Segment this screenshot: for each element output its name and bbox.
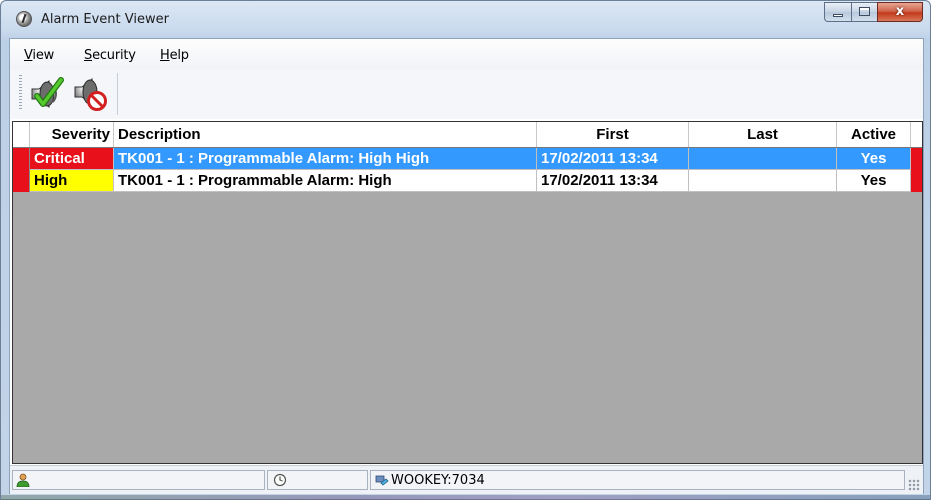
title-bar[interactable]: Alarm Event Viewer x [1, 1, 930, 37]
table-row[interactable]: Critical TK001 - 1 : Programmable Alarm: … [13, 148, 922, 170]
cell-last-occurrence[interactable] [689, 148, 837, 170]
maximize-button[interactable] [851, 2, 877, 22]
menu-view-label: iew [32, 48, 55, 63]
row-indicator[interactable] [13, 170, 30, 192]
status-user-panel [12, 470, 265, 490]
app-window: Alarm Event Viewer x View Security Help [0, 0, 931, 500]
grid-header: Severity Description First Last Active [13, 122, 922, 148]
cell-first-occurrence[interactable]: 17/02/2011 13:34 [537, 148, 689, 170]
maximize-icon [859, 7, 870, 16]
alarm-grid[interactable]: Severity Description First Last Active C… [12, 121, 923, 464]
cell-severity[interactable]: Critical [30, 148, 114, 170]
menu-security-mnemonic: S [84, 48, 93, 63]
row-header-corner [13, 122, 30, 147]
table-row[interactable]: High TK001 - 1 : Programmable Alarm: High… [13, 170, 922, 192]
row-indicator[interactable] [13, 148, 30, 170]
toolbar [10, 69, 923, 119]
menu-bar: View Security Help [10, 39, 923, 69]
app-icon[interactable] [16, 11, 32, 27]
minimize-icon [833, 14, 843, 17]
close-button[interactable]: x [877, 2, 923, 22]
toolbar-grip[interactable] [19, 75, 22, 111]
column-header-last[interactable]: Last [689, 122, 837, 147]
speaker-muted-icon [74, 77, 107, 111]
status-bar: WOOKEY:7034 [10, 465, 923, 494]
row-state-indicator [911, 170, 922, 192]
status-time-panel [267, 470, 368, 490]
menu-security-label: ecurity [92, 48, 136, 63]
header-right-pad [911, 122, 922, 147]
clock-icon [273, 473, 287, 487]
cell-first-occurrence[interactable]: 17/02/2011 13:34 [537, 170, 689, 192]
window-title: Alarm Event Viewer [41, 12, 169, 27]
acknowledge-button[interactable] [28, 75, 66, 113]
speaker-acknowledge-icon [31, 77, 64, 109]
cell-last-occurrence[interactable] [689, 170, 837, 192]
close-icon: x [895, 4, 905, 19]
cell-description[interactable]: TK001 - 1 : Programmable Alarm: High Hig… [114, 148, 537, 170]
resize-grip[interactable] [908, 479, 920, 491]
column-header-active[interactable]: Active [837, 122, 911, 147]
client-area: View Security Help Severity Description … [9, 38, 924, 494]
server-address: WOOKEY:7034 [391, 473, 485, 488]
menu-help-mnemonic: H [160, 48, 170, 63]
menu-help-label: elp [169, 48, 189, 63]
column-header-first[interactable]: First [537, 122, 689, 147]
menu-help[interactable]: Help [160, 48, 189, 63]
silence-button[interactable] [72, 75, 110, 113]
column-header-severity[interactable]: Severity [30, 122, 114, 147]
minimize-button[interactable] [824, 2, 851, 22]
toolbar-separator [117, 73, 118, 115]
menu-security[interactable]: Security [84, 48, 136, 63]
status-server-panel: WOOKEY:7034 [370, 470, 905, 490]
cell-active[interactable]: Yes [837, 170, 911, 192]
column-header-description[interactable]: Description [114, 122, 537, 147]
row-state-indicator [911, 148, 922, 170]
menu-view[interactable]: View [24, 48, 54, 63]
caption-buttons: x [824, 2, 923, 22]
user-icon [16, 473, 30, 487]
cell-description[interactable]: TK001 - 1 : Programmable Alarm: High [114, 170, 537, 192]
cell-severity[interactable]: High [30, 170, 114, 192]
server-connection-icon [375, 475, 389, 486]
cell-active[interactable]: Yes [837, 148, 911, 170]
taskbar-reflection [1, 495, 930, 500]
